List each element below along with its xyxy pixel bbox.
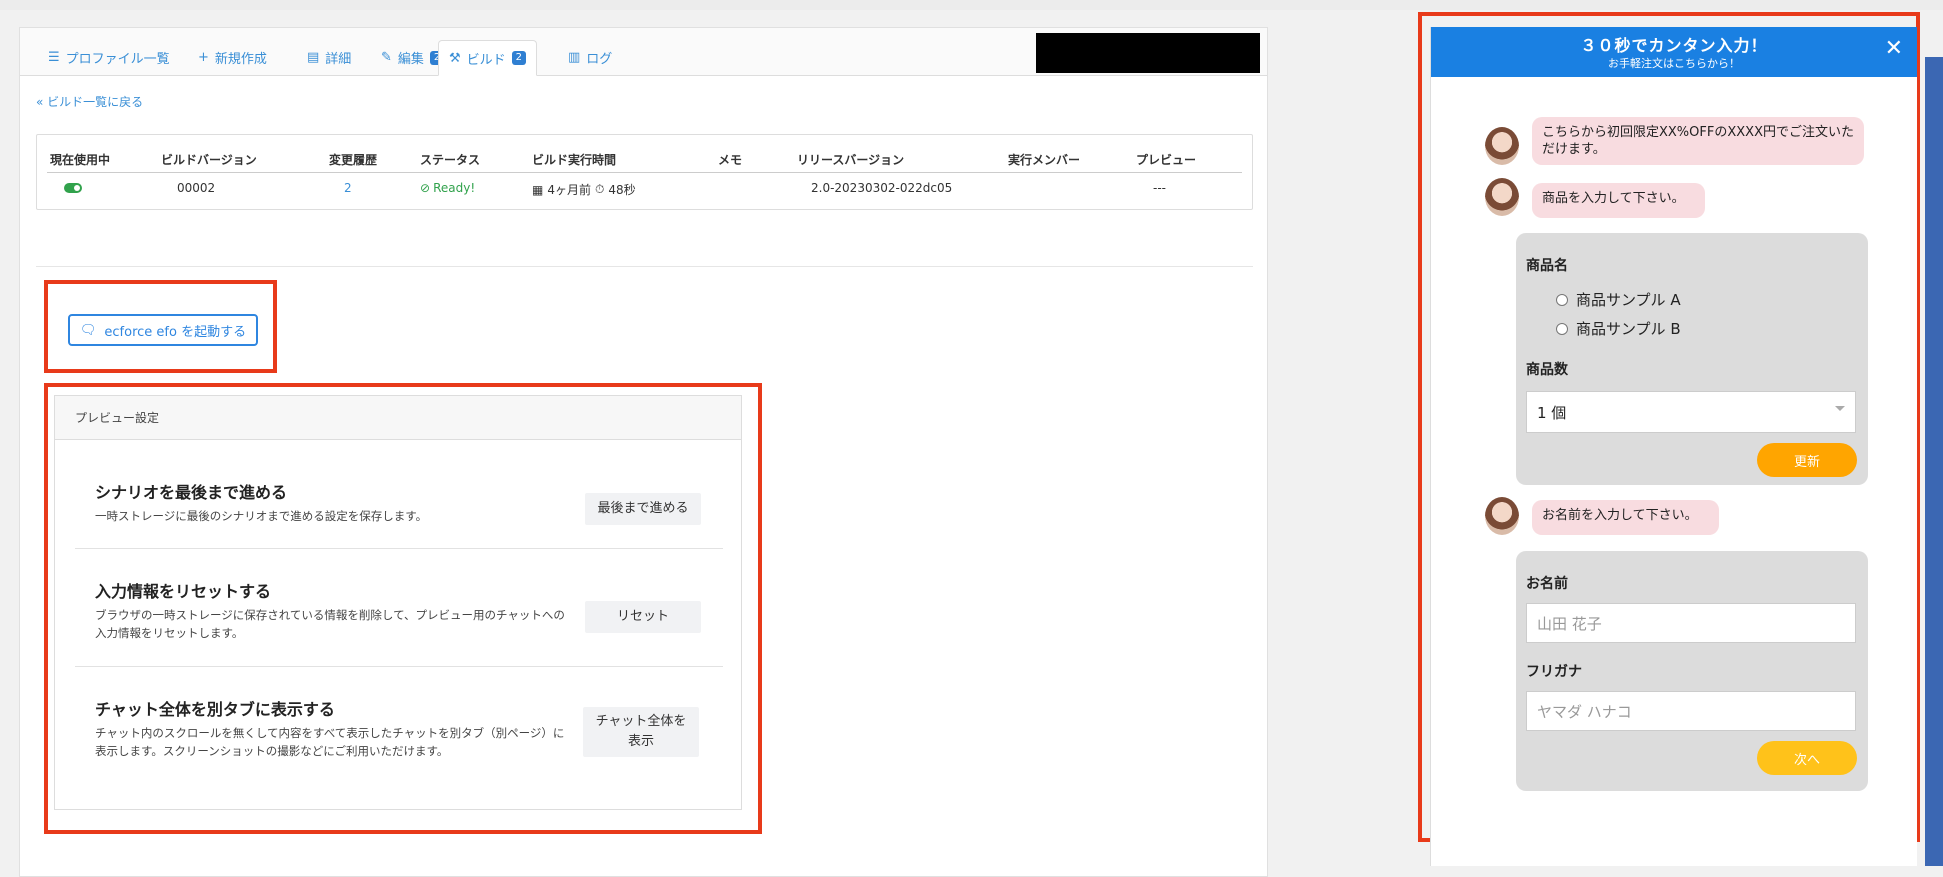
- radio-button[interactable]: [1556, 293, 1568, 306]
- table-divider: [47, 172, 1242, 173]
- build-time: ▦ 4ヶ月前 ⏱ 48秒: [532, 182, 636, 197]
- release-version: 2.0-20230302-022dc05: [811, 181, 953, 195]
- col-header: メモ: [718, 153, 743, 167]
- name-input[interactable]: 山田 花子: [1526, 603, 1856, 643]
- plus-icon: +: [198, 50, 209, 65]
- tab-detail[interactable]: ▤ 詳細: [297, 40, 361, 75]
- top-bar: [0, 0, 1943, 10]
- edit-icon: ✎: [381, 50, 392, 65]
- tab-bar: ☰ プロファイル一覧 + 新規作成 ▤ 詳細 ✎ 編集 2 ⚒ ビルド 2 ▥ …: [20, 28, 1267, 76]
- calendar-icon: ▦: [532, 182, 544, 197]
- quantity-select[interactable]: 1 個: [1526, 391, 1856, 433]
- col-header: 実行メンバー: [1008, 153, 1081, 167]
- chat-bubbles-icon: 🗨: [79, 322, 97, 338]
- col-header: リリースバージョン: [797, 153, 905, 167]
- preview-settings-card: プレビュー設定 シナリオを最後まで進める 一時ストレージに最後のシナリオまで進め…: [54, 395, 742, 810]
- file-icon: ▤: [307, 50, 320, 65]
- list-icon: ☰: [48, 50, 60, 65]
- col-header: ビルド実行時間: [532, 153, 617, 167]
- show-full-chat-button[interactable]: チャット全体を表示: [583, 707, 699, 757]
- preview-settings-header: プレビュー設定: [55, 396, 741, 440]
- build-version: 00002: [177, 181, 216, 195]
- option-desc: 一時ストレージに最後のシナリオまで進める設定を保存します。: [95, 509, 428, 523]
- kana-label: フリガナ: [1526, 664, 1582, 680]
- product-form: 商品名 商品サンプル A 商品サンプル B 商品数 1 個 更新: [1516, 233, 1868, 485]
- option-title: チャット全体を別タブに表示する: [95, 700, 335, 719]
- in-use-toggle[interactable]: [64, 183, 82, 193]
- chevron-down-icon: [1835, 406, 1845, 411]
- product-option-b[interactable]: 商品サンプル B: [1556, 318, 1681, 339]
- operator-avatar: [1485, 497, 1519, 535]
- option-desc: チャット内のスクロールを無くして内容をすべて表示したチャットを別タブ（別ページ）…: [95, 726, 565, 758]
- next-button[interactable]: 次へ: [1757, 741, 1857, 775]
- col-header: ステータス: [420, 153, 481, 167]
- name-label: お名前: [1526, 576, 1568, 592]
- wrench-icon: ⚒: [449, 50, 461, 66]
- name-form: お名前 山田 花子 フリガナ ヤマダ ハナコ 次へ: [1516, 551, 1868, 791]
- redacted-box: [1036, 33, 1260, 73]
- operator-avatar: [1485, 127, 1519, 165]
- advance-to-end-button[interactable]: 最後まで進める: [585, 493, 701, 525]
- quantity-label: 商品数: [1526, 362, 1568, 378]
- kana-input[interactable]: ヤマダ ハナコ: [1526, 691, 1856, 731]
- col-header: プレビュー: [1136, 153, 1197, 167]
- option-divider: [75, 548, 723, 549]
- check-circle-icon: ⊘: [420, 181, 431, 195]
- status-badge: ⊘ Ready!: [420, 181, 476, 195]
- option-divider: [75, 666, 723, 667]
- back-to-build-list-link[interactable]: « ビルド一覧に戻る: [36, 93, 143, 110]
- product-option-a[interactable]: 商品サンプル A: [1556, 289, 1681, 310]
- chat-header: ３０秒でカンタン入力！ お手軽注文はこちらから！ ✕: [1431, 27, 1917, 77]
- chat-title: ３０秒でカンタン入力！: [1580, 36, 1768, 55]
- chart-icon: ▥: [568, 50, 581, 65]
- launch-efo-button[interactable]: 🗨 ecforce efo を起動する: [68, 314, 258, 346]
- option-title: 入力情報をリセットする: [95, 582, 272, 601]
- tab-new[interactable]: + 新規作成: [188, 40, 277, 75]
- col-header: ビルドバージョン: [161, 153, 257, 167]
- chat-subtitle: お手軽注文はこちらから！: [1608, 57, 1740, 70]
- option-title: シナリオを最後まで進める: [95, 483, 288, 502]
- chat-message: お名前を入力して下さい。: [1532, 500, 1719, 535]
- col-header: 変更履歴: [329, 153, 378, 167]
- stopwatch-icon: ⏱: [594, 182, 605, 196]
- product-label: 商品名: [1526, 258, 1568, 274]
- radio-button[interactable]: [1556, 322, 1568, 335]
- section-divider: [36, 266, 1253, 267]
- close-icon[interactable]: ✕: [1885, 36, 1903, 61]
- tab-log[interactable]: ▥ ログ: [558, 40, 622, 75]
- build-table: 現在使用中 ビルドバージョン 変更履歴 ステータス ビルド実行時間 メモ リリー…: [36, 134, 1253, 210]
- preview-value: ---: [1153, 181, 1166, 195]
- right-edge-strip: [1925, 57, 1943, 866]
- chat-panel: ３０秒でカンタン入力！ お手軽注文はこちらから！ ✕ こちらから初回限定XX%O…: [1430, 27, 1917, 866]
- col-header: 現在使用中: [50, 153, 111, 167]
- reset-button[interactable]: リセット: [585, 601, 701, 633]
- operator-avatar: [1485, 178, 1519, 216]
- history-link[interactable]: 2: [344, 181, 352, 195]
- update-button[interactable]: 更新: [1757, 443, 1857, 477]
- build-badge: 2: [511, 51, 527, 65]
- tab-build[interactable]: ⚒ ビルド 2: [438, 40, 538, 76]
- chat-message: こちらから初回限定XX%OFFのXXXX円でご注文いただけます。: [1532, 117, 1864, 165]
- tab-profile-list[interactable]: ☰ プロファイル一覧: [38, 40, 180, 75]
- chat-message: 商品を入力して下さい。: [1532, 183, 1705, 218]
- option-desc: ブラウザの一時ストレージに保存されている情報を削除して、プレビュー用のチャットへ…: [95, 608, 565, 640]
